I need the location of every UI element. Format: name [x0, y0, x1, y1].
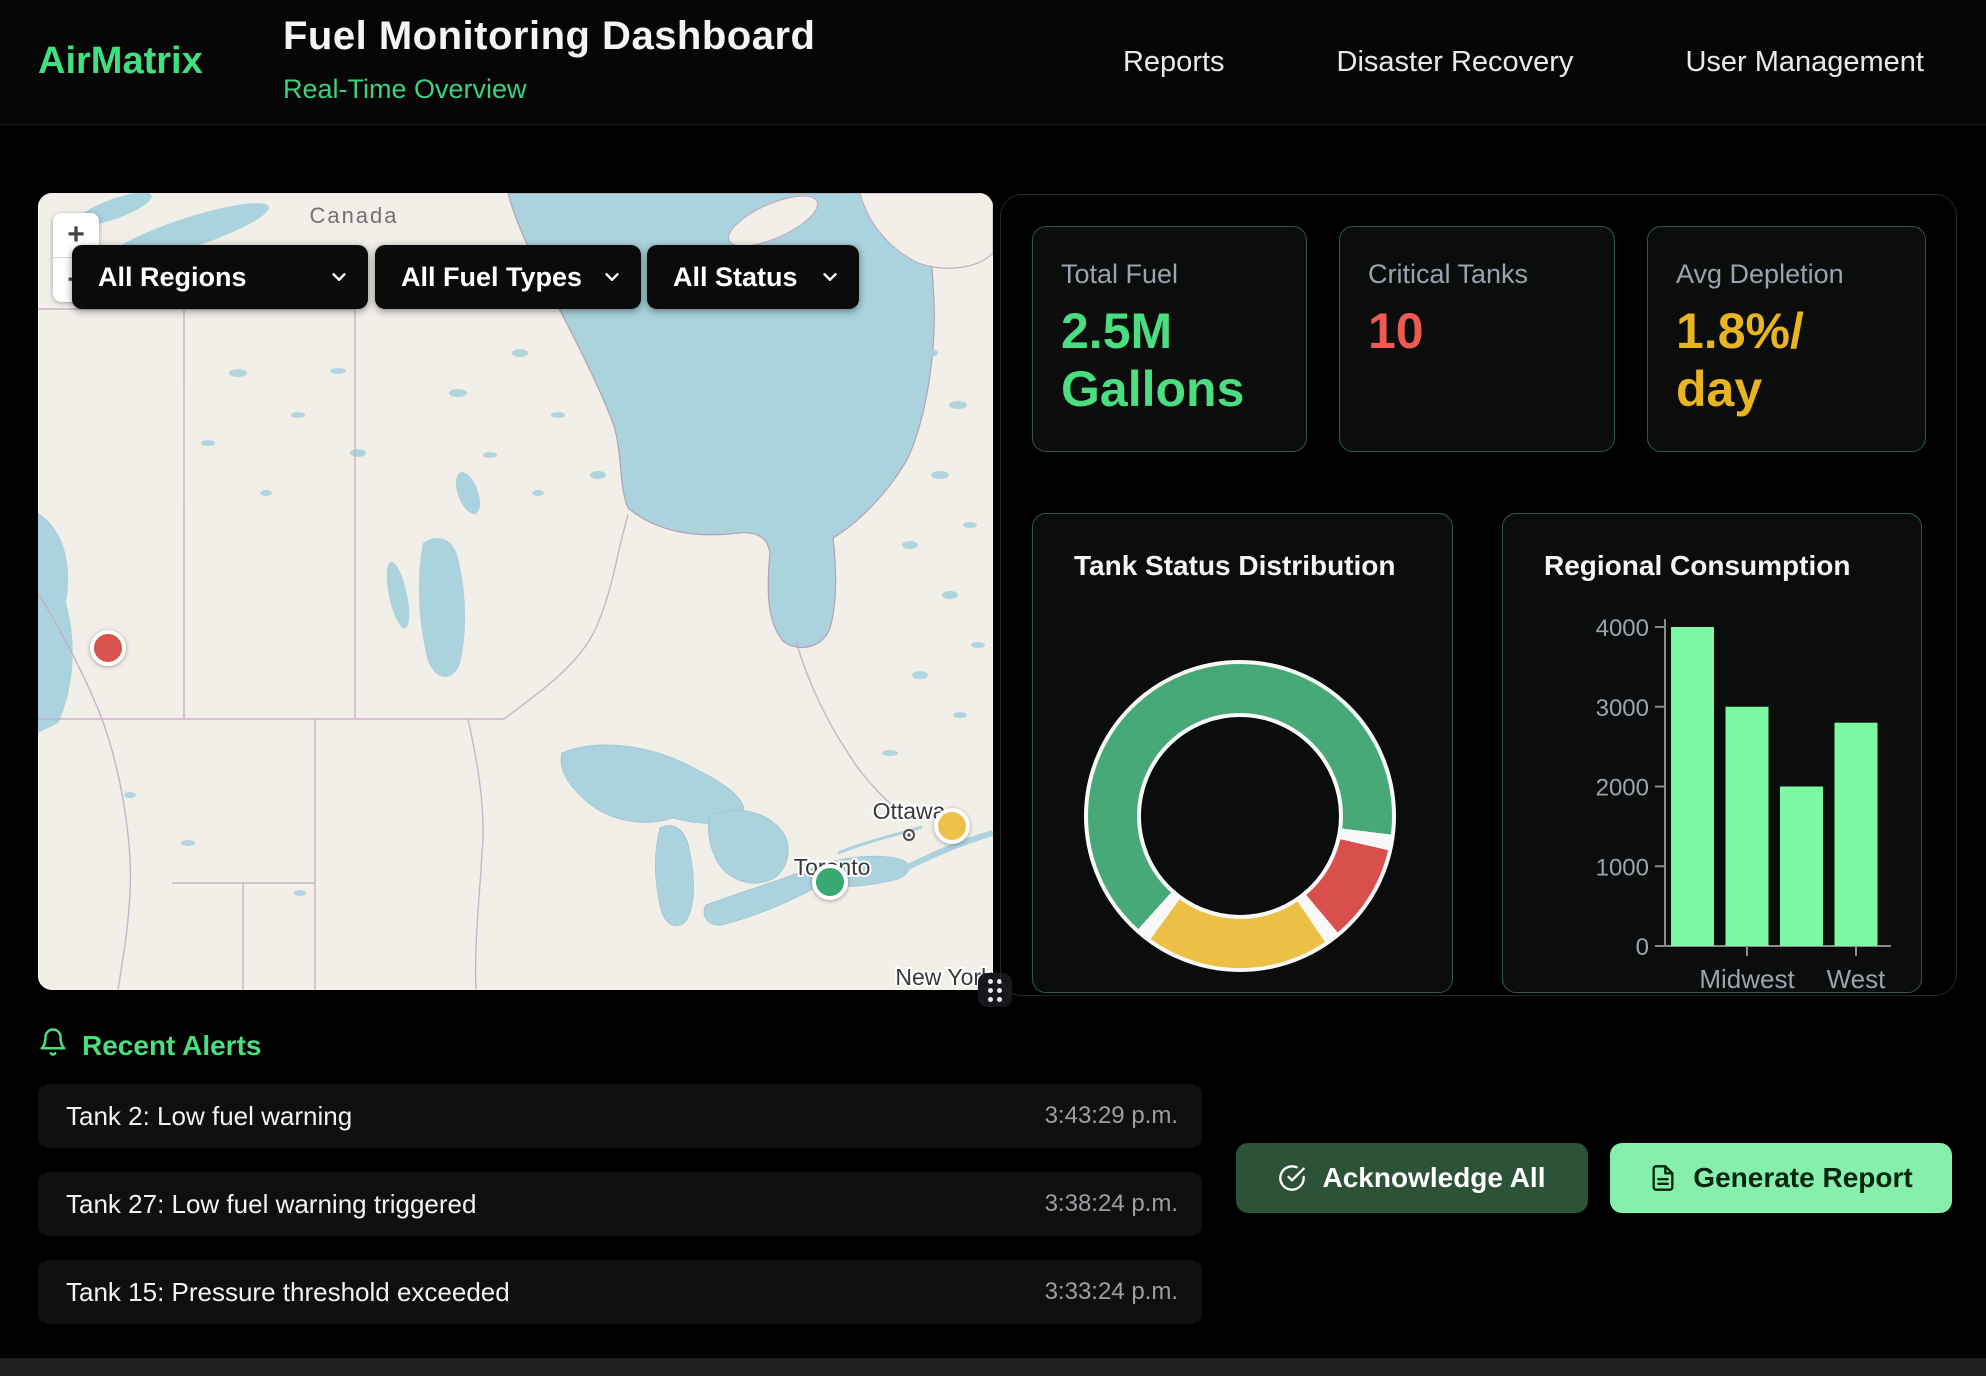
nav-reports[interactable]: Reports [1123, 46, 1225, 79]
overview-panel: Total Fuel 2.5M Gallons Critical Tanks 1… [1000, 194, 1957, 996]
stat-label: Critical Tanks [1368, 259, 1586, 290]
recent-alerts-title: Recent Alerts [82, 1030, 261, 1062]
check-circle-icon [1278, 1164, 1306, 1192]
svg-text:West: West [1827, 964, 1887, 994]
fuel-monitoring-dashboard: AirMatrix Fuel Monitoring Dashboard Real… [0, 0, 1986, 1376]
svg-text:2000: 2000 [1596, 775, 1649, 802]
stat-label: Total Fuel [1061, 259, 1278, 290]
stat-label: Avg Depletion [1676, 259, 1897, 290]
map-marker-warning[interactable] [934, 808, 970, 844]
map-label-canada: Canada [309, 203, 398, 228]
fuel-type-filter-value: All Fuel Types [401, 262, 582, 293]
page-subtitle: Real-Time Overview [283, 74, 527, 105]
brand-logo[interactable]: AirMatrix [38, 40, 203, 83]
nav-disaster-recovery[interactable]: Disaster Recovery [1337, 46, 1574, 79]
status-filter-dropdown[interactable]: All Status [647, 245, 859, 309]
alert-row[interactable]: Tank 15: Pressure threshold exceeded 3:3… [38, 1260, 1202, 1324]
alert-row[interactable]: Tank 27: Low fuel warning triggered 3:38… [38, 1172, 1202, 1236]
stat-value-total-fuel: 2.5M Gallons [1061, 302, 1278, 418]
map-marker-normal[interactable] [812, 864, 848, 900]
alert-time: 3:38:24 p.m. [1045, 1190, 1178, 1218]
regional-consumption-chart: 0 1000 2000 3000 4000 Midwest West [1503, 514, 1923, 994]
donut-hole [1137, 713, 1343, 919]
stat-value-critical-tanks: 10 [1368, 302, 1586, 360]
page-title: Fuel Monitoring Dashboard [283, 14, 815, 59]
stat-card-total-fuel: Total Fuel 2.5M Gallons [1032, 226, 1307, 452]
bell-icon [38, 1026, 68, 1063]
generate-report-label: Generate Report [1693, 1162, 1912, 1194]
alert-row[interactable]: Tank 2: Low fuel warning 3:43:29 p.m. [38, 1084, 1202, 1148]
chevron-down-icon [819, 266, 841, 288]
region-filter-dropdown[interactable]: All Regions [72, 245, 368, 309]
chevron-down-icon [601, 266, 623, 288]
chevron-down-icon [328, 266, 350, 288]
status-filter-value: All Status [673, 262, 798, 293]
nav-user-management[interactable]: User Management [1685, 46, 1924, 79]
map[interactable]: Canada Ottawa Toronto New York + − All R… [38, 193, 993, 990]
map-canvas: Canada Ottawa Toronto New York [38, 193, 993, 990]
svg-text:4000: 4000 [1596, 615, 1649, 642]
alert-text: Tank 2: Low fuel warning [66, 1101, 352, 1132]
header: AirMatrix Fuel Monitoring Dashboard Real… [0, 0, 1986, 125]
stat-card-avg-depletion: Avg Depletion 1.8%/day [1647, 226, 1926, 452]
document-icon [1649, 1164, 1677, 1192]
tank-status-card: Tank Status Distribution [1032, 513, 1453, 993]
svg-text:3000: 3000 [1596, 695, 1649, 722]
svg-text:Midwest: Midwest [1699, 964, 1795, 994]
stat-value-avg-depletion: 1.8%/day [1676, 302, 1821, 418]
svg-text:0: 0 [1636, 934, 1649, 961]
stat-card-critical-tanks: Critical Tanks 10 [1339, 226, 1615, 452]
alert-time: 3:33:24 p.m. [1045, 1278, 1178, 1306]
map-marker-critical[interactable] [90, 630, 126, 666]
tank-status-donut [1084, 660, 1396, 972]
acknowledge-all-button[interactable]: Acknowledge All [1236, 1143, 1588, 1213]
generate-report-button[interactable]: Generate Report [1610, 1143, 1952, 1213]
map-city-dot-center [907, 833, 910, 836]
acknowledge-all-label: Acknowledge All [1322, 1162, 1545, 1194]
region-filter-value: All Regions [98, 262, 247, 293]
bottom-bar [0, 1358, 1986, 1376]
alert-text: Tank 27: Low fuel warning triggered [66, 1189, 476, 1220]
main-nav: Reports Disaster Recovery User Managemen… [1123, 0, 1924, 125]
regional-consumption-card: Regional Consumption 01000200030004000Mi… [1502, 513, 1922, 993]
alert-time: 3:43:29 p.m. [1045, 1102, 1178, 1130]
svg-text:1000: 1000 [1596, 854, 1649, 881]
alert-text: Tank 15: Pressure threshold exceeded [66, 1277, 510, 1308]
tank-status-title: Tank Status Distribution [1074, 550, 1396, 582]
fuel-type-filter-dropdown[interactable]: All Fuel Types [375, 245, 641, 309]
